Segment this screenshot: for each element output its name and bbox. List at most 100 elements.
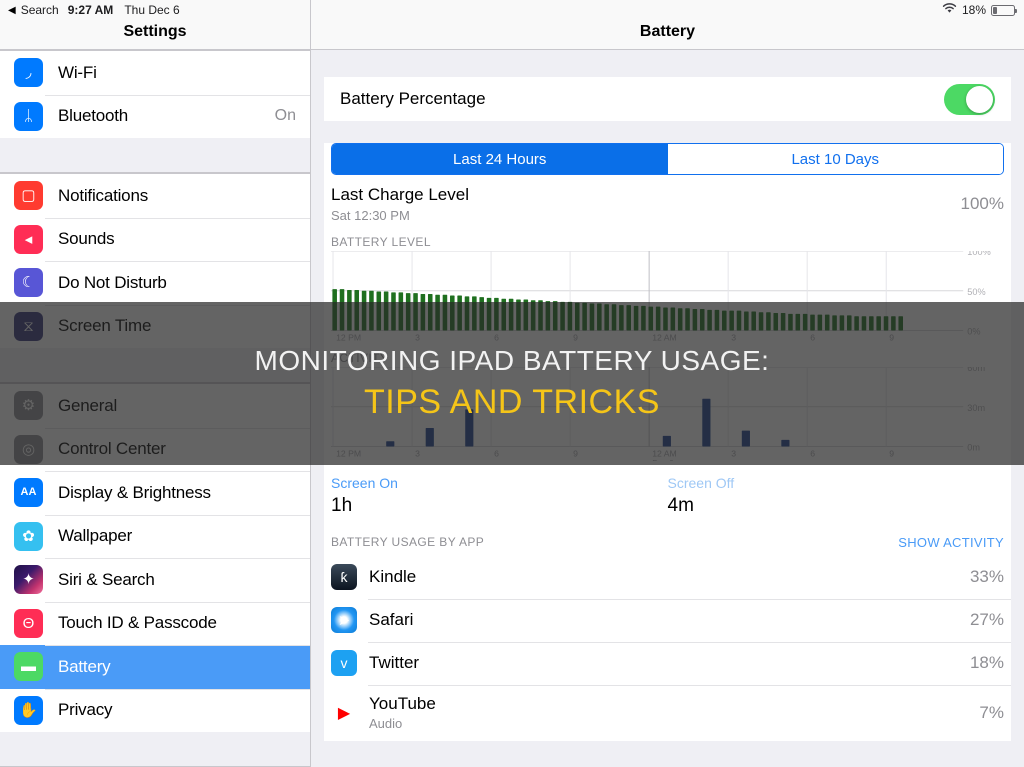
sidebar-group-separator [0,348,310,383]
triangle-left-icon[interactable]: ◀ [8,5,16,16]
sidebar-item-label: Siri & Search [58,569,155,589]
last-charge-level-title: Last Charge Level [331,185,469,204]
last-charge-level-row: Last Charge Level Sat 12:30 PM 100% [324,175,1011,229]
sounds-icon: ◂ [14,224,43,254]
sidebar-item-label: Sounds [58,229,115,249]
status-bar-right: 18% [942,3,1024,17]
svg-text:3: 3 [731,449,736,459]
app-name: Safari [369,610,414,630]
app-usage-row[interactable]: ▶ YouTube Audio 7% [324,684,1011,741]
kindle-app-icon: ƙ [331,564,357,591]
last-charge-level-time: Sat 12:30 PM [331,208,410,223]
sidebar-item-wallpaper[interactable]: ✿ Wallpaper [0,514,310,559]
hourglass-icon: ⧖ [14,311,43,341]
battery-icon-fill [993,6,997,14]
screen-on-value: 1h [331,494,353,516]
sidebar-group: ▢ Notifications ◂ Sounds ☾ Do Not Disturb ⧖ Scr… [0,173,310,348]
battery-level-chart-label: BATTERY LEVEL [331,235,431,249]
svg-text:12 PM: 12 PM [336,449,361,459]
sidebar-item-notifications[interactable]: ▢ Notifications [0,174,310,218]
sliders-icon: ◎ [14,434,43,464]
sidebar-item-siri-search[interactable]: ✦ Siri & Search [0,558,310,602]
battery-icon: ▬ [14,652,43,682]
sidebar-item-label: Bluetooth [58,106,129,126]
activity-chart-label: ACTIVITY [331,350,389,365]
sidebar-item-control-center[interactable]: ◎ Control Center [0,427,310,472]
svg-text:0m: 0m [967,442,980,452]
battery-usage-card: Last 24 Hours Last 10 Days Last Charge L… [324,143,1011,741]
svg-text:9: 9 [889,449,894,459]
svg-text:9: 9 [573,449,578,459]
screen-off-label: Screen Off [667,474,735,491]
app-name: Twitter [369,653,420,673]
app-usage-row[interactable]: ƙ Kindle 33% [324,555,1011,599]
sidebar-item-wi-fi[interactable]: ◞ Wi-Fi [0,51,310,95]
sidebar-item-label: Wi-Fi [58,62,97,82]
svg-text:6: 6 [494,449,499,459]
battery-level-chart[interactable]: 100% 50% 0% 12 PM 3 6 9 12 AM 3 6 9 [331,251,1004,345]
activity-chart-svg: 60m 30m 0m 12 PM 3 6 9 12 AMDec 6 3 6 9 [331,366,985,461]
sidebar-item-privacy[interactable]: ✋ Privacy [0,688,310,733]
sidebar-item-label: Do Not Disturb [58,272,167,292]
battery-usage-by-app-header: BATTERY USAGE BY APP SHOW ACTIVITY [324,521,1011,556]
svg-text:100%: 100% [967,251,990,257]
back-app-label[interactable]: Search [21,3,59,17]
svg-text:9: 9 [889,333,894,343]
sidebar-item-do-not-disturb[interactable]: ☾ Do Not Disturb [0,261,310,305]
sidebar-item-battery[interactable]: ▬ Battery [0,645,310,689]
svg-text:12 AM: 12 AM [652,449,677,459]
twitter-app-icon: ᴠ [331,650,357,677]
status-bar: ◀ Search 9:27 AM Thu Dec 6 18% [0,0,1024,20]
sidebar-group-list: ◞ Wi-Fi ᛦ Bluetooth On ▢ Notifications ◂ Sounds ☾… [0,50,310,767]
screen-off-value: 4m [667,494,694,516]
status-bar-battery-percent: 18% [961,3,986,17]
sidebar-item-touch-id-passcode[interactable]: Θ Touch ID & Passcode [0,601,310,646]
svg-text:9: 9 [573,333,578,343]
sidebar-item-label: Battery [58,656,111,676]
battery-percentage-row[interactable]: Battery Percentage [324,77,1011,121]
show-activity-button[interactable]: SHOW ACTIVITY [898,535,1004,550]
sidebar-item-value: On [274,107,296,125]
moon-icon: ☾ [14,268,43,298]
app-usage-percent: 7% [979,702,1004,722]
svg-text:3: 3 [415,333,420,343]
app-name-wrap: YouTube Audio [369,694,436,731]
sidebar-item-label: Wallpaper [58,526,133,546]
screen-time-stats: Screen On 1h Screen Off 4m [324,461,1011,521]
app-name: Kindle [369,567,417,587]
segment-last-24-hours[interactable]: Last 24 Hours [332,144,668,174]
bluetooth-icon: ᛦ [14,101,43,131]
battery-percentage-card: Battery Percentage [324,77,1011,121]
siri-icon: ✦ [14,565,43,595]
battery-level-chart-svg: 100% 50% 0% 12 PM 3 6 9 12 AM 3 6 9 [331,251,991,343]
app-name-wrap: Twitter [369,653,419,673]
app-usage-list: ƙ Kindle 33% ➤ Safari 27% ᴠ Twitter 18% ▶ YouTube A… [324,555,1011,741]
battery-percentage-label: Battery Percentage [340,89,486,108]
segment-last-10-days[interactable]: Last 10 Days [667,144,1003,174]
app-name-wrap: Kindle [369,567,416,587]
app-usage-row[interactable]: ᴠ Twitter 18% [324,641,1011,685]
svg-text:6: 6 [810,333,815,343]
sidebar-item-label: Privacy [58,700,113,720]
battery-icon [991,4,1017,16]
activity-chart[interactable]: 60m 30m 0m 12 PM 3 6 9 12 AMDec 6 3 6 9 [331,366,1004,461]
svg-text:50%: 50% [967,287,985,297]
fingerprint-icon: Θ [14,608,43,638]
time-range-segmented-control[interactable]: Last 24 Hours Last 10 Days [331,143,1004,175]
sidebar-item-bluetooth[interactable]: ᛦ Bluetooth On [0,94,310,139]
svg-text:3: 3 [415,449,420,459]
app-usage-row[interactable]: ➤ Safari 27% [324,598,1011,642]
sidebar-item-sounds[interactable]: ◂ Sounds [0,217,310,262]
notifications-icon: ▢ [14,181,43,211]
sidebar-item-display-brightness[interactable]: AA Display & Brightness [0,471,310,515]
hand-icon: ✋ [14,695,43,725]
status-bar-left: ◀ Search 9:27 AM Thu Dec 6 [0,3,180,17]
svg-text:Dec 6: Dec 6 [652,459,674,461]
app-usage-percent: 27% [969,610,1004,630]
sidebar-item-general[interactable]: ⚙ General [0,384,310,428]
app-usage-percent: 33% [969,567,1004,587]
app-name: YouTube [369,694,436,714]
battery-percentage-toggle[interactable] [944,83,995,115]
app-usage-percent: 18% [969,653,1004,673]
sidebar-item-screen-time[interactable]: ⧖ Screen Time [0,304,310,349]
